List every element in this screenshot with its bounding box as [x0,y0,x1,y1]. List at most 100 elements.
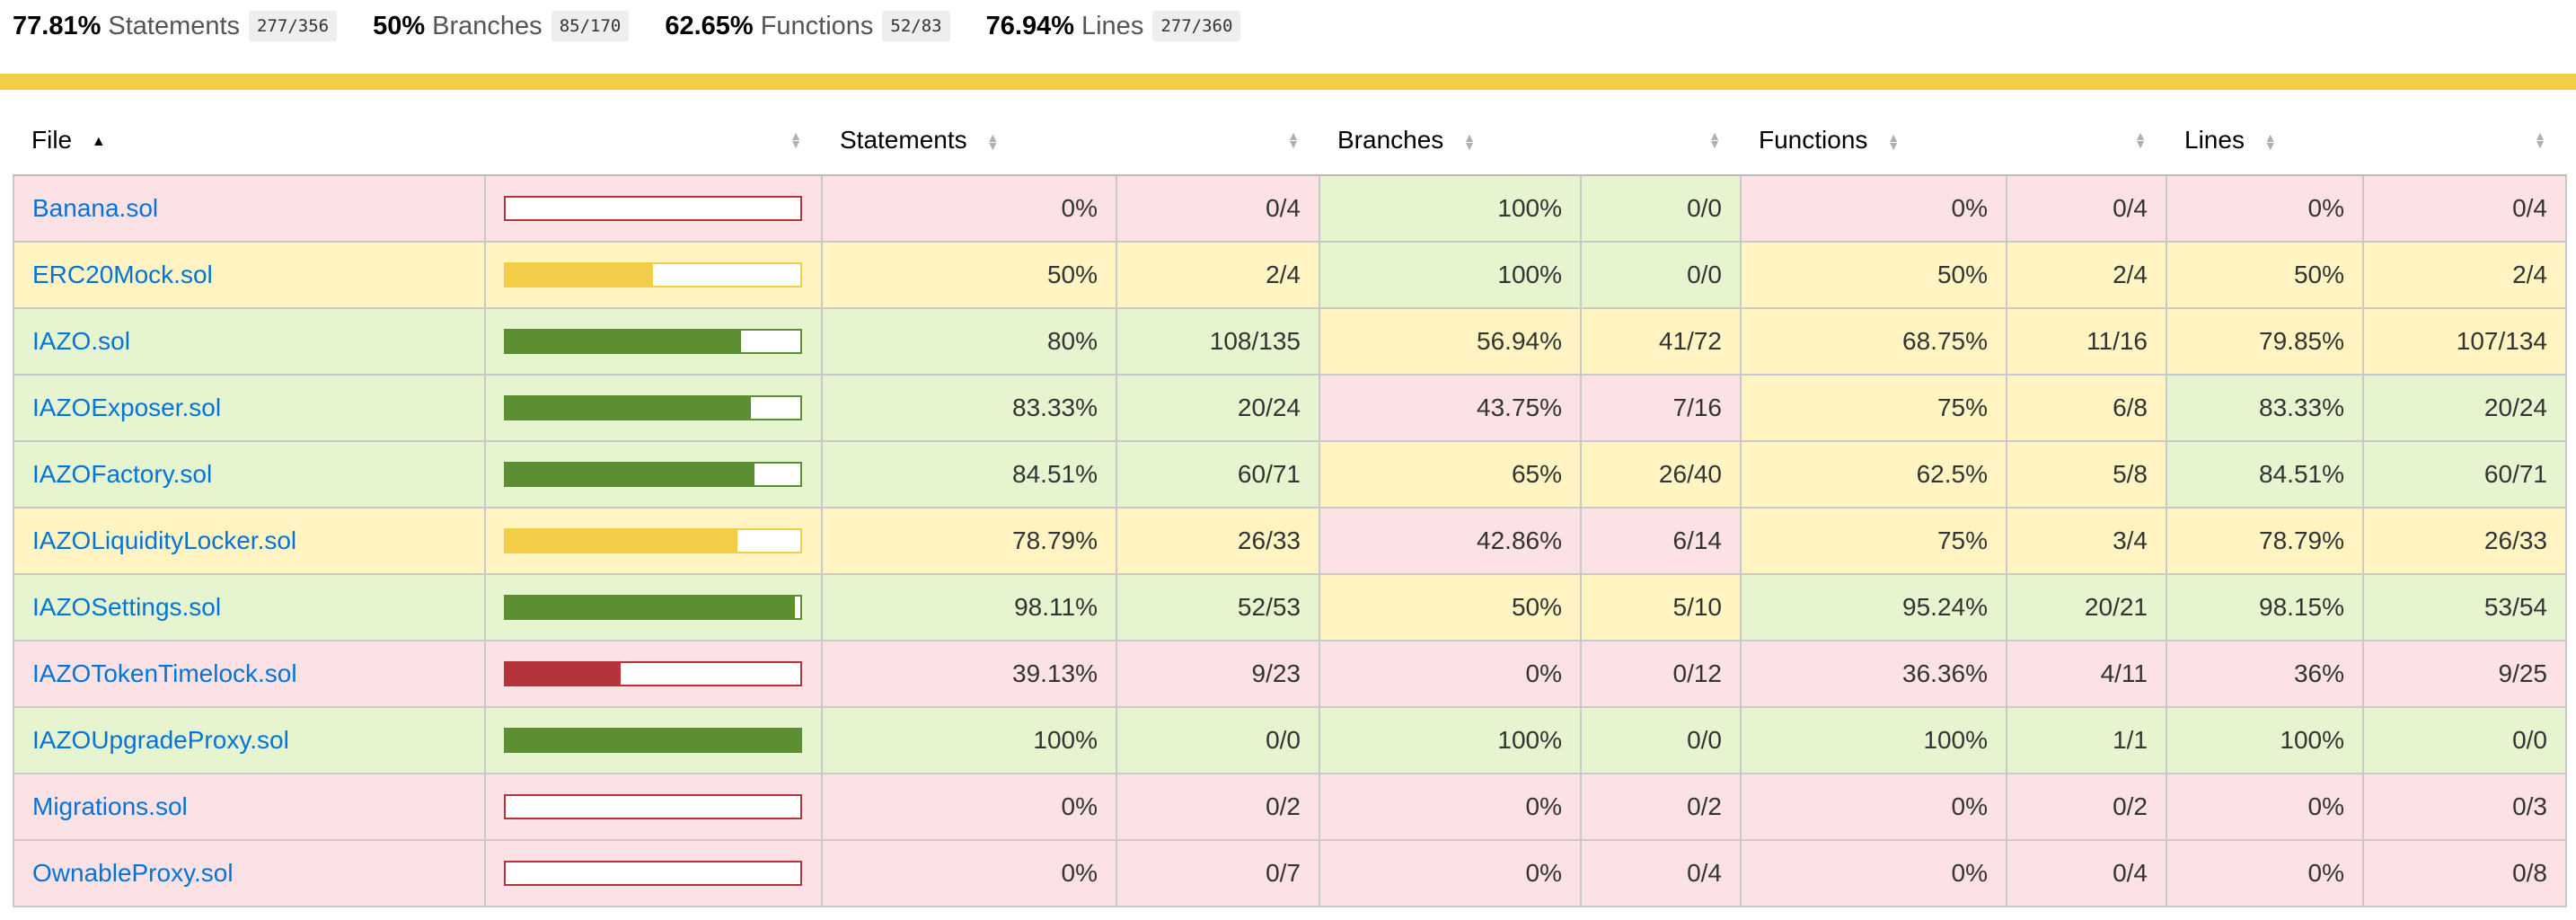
header-statements-raw[interactable]: ▲ ▼ [1116,106,1319,176]
statements-pct: 98.11% [821,573,1117,641]
summary-lines-fraction: 277/360 [1152,11,1241,41]
statements-pct: 0% [821,174,1117,243]
file-link[interactable]: IAZO.sol [32,327,130,355]
coverage-bar [504,794,802,819]
statements-fraction: 0/7 [1116,839,1320,907]
branches-pct: 0% [1319,640,1582,708]
coverage-table-body: Banana.sol 0% 0/4 100% 0/0 0% 0/4 0% 0/4 ERC20Moc… [13,174,2567,907]
functions-pct: 100% [1740,706,2007,774]
coverage-bar [504,462,802,487]
branches-pct: 100% [1319,241,1582,309]
coverage-bar-cell [484,573,823,641]
branches-fraction: 7/16 [1580,374,1742,442]
coverage-bar-cell [484,773,823,841]
lines-pct: 79.85% [2166,307,2364,376]
lines-fraction: 0/4 [2362,174,2567,243]
header-file-pic[interactable]: ▲ ▼ [485,106,822,176]
statements-fraction: 0/4 [1116,174,1320,243]
summary-functions-pct: 62.65% [665,11,754,40]
file-link[interactable]: IAZOTokenTimelock.sol [32,659,297,687]
statements-pct: 83.33% [821,374,1117,442]
summary-branches-pct: 50% [373,11,426,40]
functions-fraction: 4/11 [2006,640,2167,708]
lines-pct: 36% [2166,640,2364,708]
statements-pct: 80% [821,307,1117,376]
functions-fraction: 2/4 [2006,241,2167,309]
header-branches[interactable]: Branches ▲ ▼ [1319,106,1581,176]
statements-pct: 100% [821,706,1117,774]
summary-branches: 50% Branches 85/170 [373,11,630,41]
header-file-label: File [31,126,73,154]
branches-pct: 50% [1319,573,1582,641]
file-link[interactable]: Banana.sol [32,194,158,222]
coverage-bar-fill [506,597,795,618]
coverage-bar [504,196,802,221]
sort-icon: ▲ ▼ [2263,129,2277,153]
coverage-bar [504,861,802,886]
coverage-bar-cell [484,241,823,309]
sort-icon: ▲ ▼ [1287,128,1300,151]
summary-branches-label: Branches [432,11,543,40]
lines-fraction: 53/54 [2362,573,2567,641]
branches-pct: 42.86% [1319,507,1582,575]
coverage-bar-cell [484,307,823,376]
table-row: ERC20Mock.sol 50% 2/4 100% 0/0 50% 2/4 50% 2/4 [13,241,2567,309]
summary-statements-pct: 77.81% [13,11,101,40]
functions-pct: 0% [1740,174,2007,243]
header-lines-raw[interactable]: ▲ ▼ [2363,106,2566,176]
functions-pct: 0% [1740,773,2007,841]
file-cell: Migrations.sol [13,773,486,841]
statements-fraction: 108/135 [1116,307,1320,376]
header-file[interactable]: File ▲ [13,106,485,176]
statements-pct: 84.51% [821,440,1117,509]
functions-pct: 50% [1740,241,2007,309]
header-statements[interactable]: Statements ▲ ▼ [822,106,1116,176]
lines-pct: 83.33% [2166,374,2364,442]
branches-fraction: 6/14 [1580,507,1742,575]
functions-fraction: 11/16 [2006,307,2167,376]
branches-fraction: 41/72 [1580,307,1742,376]
lines-fraction: 0/0 [2362,706,2567,774]
coverage-table: File ▲ ▲ ▼ Statements ▲ ▼ ▲ ▼ Branches ▲ ▼ ▲… [13,106,2567,907]
file-link[interactable]: IAZOExposer.sol [32,394,221,421]
file-link[interactable]: IAZOLiquidityLocker.sol [32,526,296,554]
table-row: IAZOLiquidityLocker.sol 78.79% 26/33 42.86%… [13,507,2567,575]
summary-statements: 77.81% Statements 277/356 [13,11,338,41]
coverage-bar-cell [484,706,823,774]
header-branches-raw[interactable]: ▲ ▼ [1581,106,1741,176]
statements-fraction: 9/23 [1116,640,1320,708]
coverage-bar [504,528,802,553]
summary-statements-fraction: 277/356 [249,11,338,41]
coverage-bar-fill [506,464,755,485]
header-functions-raw[interactable]: ▲ ▼ [2007,106,2166,176]
coverage-summary: 77.81% Statements 277/356 50% Branches 8… [0,0,2576,52]
file-link[interactable]: OwnableProxy.sol [32,859,234,887]
table-header-row: File ▲ ▲ ▼ Statements ▲ ▼ ▲ ▼ Branches ▲ ▼ ▲… [13,106,2566,176]
statements-fraction: 26/33 [1116,507,1320,575]
file-link[interactable]: IAZOUpgradeProxy.sol [32,726,289,754]
file-cell: IAZOLiquidityLocker.sol [13,507,486,575]
coverage-bar-cell [484,440,823,509]
lines-pct: 0% [2166,773,2364,841]
sort-ascending-icon: ▲ [91,134,106,150]
sort-icon: ▲ ▼ [1463,129,1476,153]
coverage-bar-cell [484,640,823,708]
header-functions[interactable]: Functions ▲ ▼ [1741,106,2007,176]
coverage-bar [504,262,802,288]
lines-pct: 84.51% [2166,440,2364,509]
file-link[interactable]: Migrations.sol [32,792,188,820]
branches-fraction: 0/0 [1580,706,1742,774]
functions-fraction: 6/8 [2006,374,2167,442]
file-link[interactable]: ERC20Mock.sol [32,261,213,288]
table-row: IAZO.sol 80% 108/135 56.94% 41/72 68.75% 11/16… [13,307,2567,376]
lines-fraction: 2/4 [2362,241,2567,309]
file-link[interactable]: IAZOFactory.sol [32,460,212,488]
branches-fraction: 26/40 [1580,440,1742,509]
header-lines[interactable]: Lines ▲ ▼ [2166,106,2363,176]
branches-fraction: 0/0 [1580,174,1742,243]
functions-pct: 68.75% [1740,307,2007,376]
coverage-bar-cell [484,174,823,243]
coverage-bar [504,595,802,620]
lines-pct: 0% [2166,174,2364,243]
file-link[interactable]: IAZOSettings.sol [32,593,221,621]
